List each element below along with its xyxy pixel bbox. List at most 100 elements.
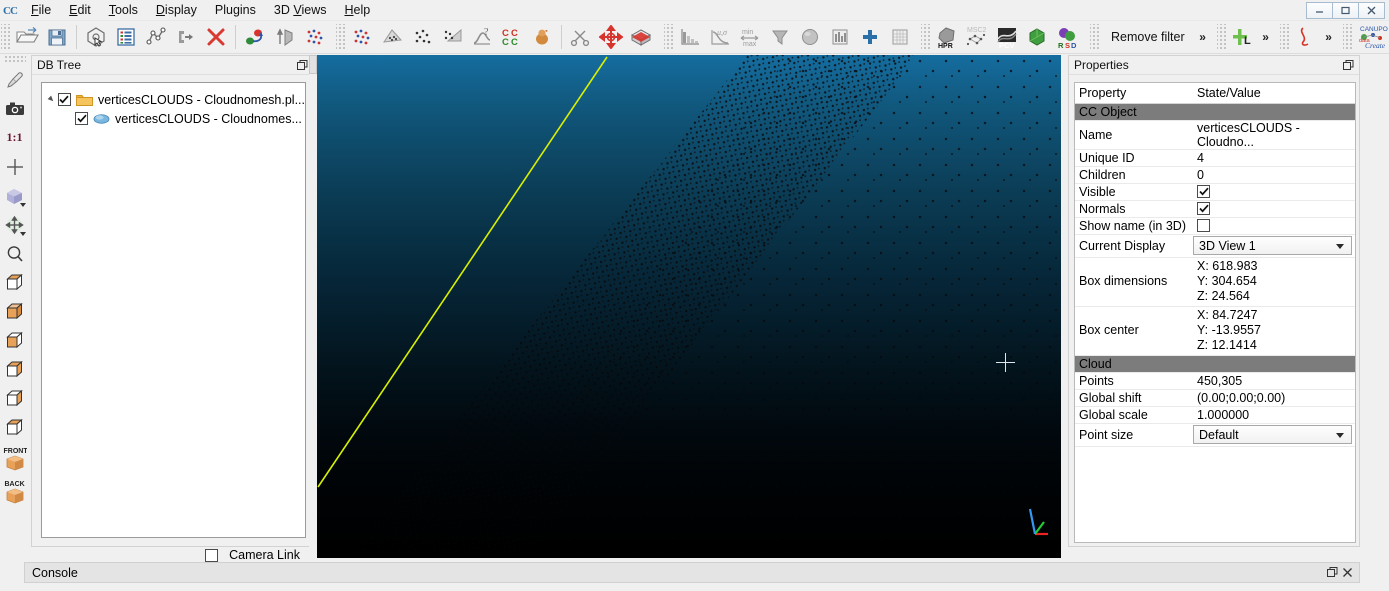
minimize-button[interactable] [1306,2,1333,19]
curvature-icon[interactable] [1291,23,1321,51]
delete-icon[interactable] [201,23,231,51]
toolbar-grip[interactable] [1,24,10,50]
menu-file[interactable]: FFileile [22,0,60,20]
normals-icon[interactable] [270,23,300,51]
section-label: Cloud [1075,355,1355,372]
view-iso1-icon[interactable] [1,384,28,413]
property-label: Points [1075,372,1193,389]
current-display-combo[interactable]: 3D View 1 [1193,236,1352,255]
matrix-icon[interactable] [885,23,915,51]
stats-icon[interactable] [825,23,855,51]
property-row-global-shift: Global shift (0.00;0.00;0.00) [1075,389,1355,406]
qhull-icon[interactable] [1022,23,1052,51]
menu-edit[interactable]: Edit [60,0,100,20]
view-right-icon[interactable] [1,355,28,384]
add-point-pair-icon[interactable]: L [1228,23,1258,51]
box-section-icon[interactable] [626,23,656,51]
view-left-icon[interactable] [1,326,28,355]
tree-item-child[interactable]: verticesCLOUDS - Cloudnomes... [42,109,305,128]
toolbar-grip[interactable] [336,24,345,50]
menu-help[interactable]: Help [335,0,379,20]
view-back-icon[interactable]: BACK [1,475,28,508]
toolbar-grip[interactable] [1343,24,1352,50]
camera-snapshot-icon[interactable] [1,94,28,123]
3d-viewport[interactable]: 2.5 [317,55,1061,558]
register-clouds-icon[interactable] [240,23,270,51]
expand-arrow-icon[interactable] [46,95,58,104]
zoom-1-1-icon[interactable]: 1:1 [1,123,28,152]
msc2-icon[interactable]: MSC2 [962,23,992,51]
compute-distance-icon[interactable] [437,23,467,51]
show-name-checkbox[interactable] [1197,219,1210,232]
sphere-fit-icon[interactable] [795,23,825,51]
view-bottom-icon[interactable] [1,297,28,326]
cloud-mesh-dist-icon[interactable] [377,23,407,51]
viewport-scroll-gutter[interactable] [309,55,317,558]
tree-item-checkbox[interactable] [58,93,71,106]
subsample-icon[interactable] [300,23,330,51]
view-top-icon[interactable] [1,268,28,297]
menu-tools[interactable]: Tools [100,0,147,20]
properties-table-container[interactable]: Property State/Value CC Object Name vert… [1074,82,1356,543]
menu-plugins[interactable]: Plugins [206,0,265,20]
toolbar-grip[interactable] [1090,24,1099,50]
distribution-fit-icon[interactable]: μ,σ [705,23,735,51]
maximize-button[interactable] [1332,2,1359,19]
subsample-points-icon[interactable] [347,23,377,51]
histogram-icon[interactable] [675,23,705,51]
camera-link-control[interactable]: Camera Link [205,548,300,562]
remove-filter-button[interactable]: Remove filter [1101,25,1195,49]
pcv-icon[interactable]: PCV [992,23,1022,51]
menu-display[interactable]: Display [147,0,206,20]
console-close-button[interactable] [1340,565,1355,580]
folder-icon [76,92,93,107]
toolbar-overflow-3[interactable]: » [1321,23,1337,51]
tree-item-checkbox[interactable] [75,112,88,125]
camera-link-checkbox[interactable] [205,549,218,562]
pick-point-icon[interactable] [1,65,28,94]
toolbar-overflow-2[interactable]: » [1258,23,1274,51]
visible-checkbox[interactable] [1197,185,1210,198]
segment-polyline-icon[interactable] [141,23,171,51]
toolbar-grip[interactable] [921,24,930,50]
properties-list-icon[interactable] [111,23,141,51]
plus-icon[interactable] [855,23,885,51]
viewport-scroll-thumb[interactable] [309,55,317,74]
view-front-icon[interactable]: FRONT [1,442,28,475]
properties-float-button[interactable] [1341,58,1355,72]
normals-checkbox[interactable] [1197,202,1210,215]
db-tree-float-button[interactable] [295,58,309,72]
console-float-button[interactable] [1325,565,1340,580]
cc-cc-icon[interactable]: C C C C [497,23,527,51]
tree-item-root[interactable]: verticesCLOUDS - Cloudnomesh.pl... [42,90,305,109]
db-tree-list[interactable]: verticesCLOUDS - Cloudnomesh.pl... verti… [41,82,306,538]
cloud-cloud-dist-icon[interactable] [407,23,437,51]
object-translation-icon[interactable] [1,210,28,239]
toolbar-grip[interactable] [664,24,673,50]
close-button[interactable] [1358,2,1385,19]
cloud-stats-test-icon[interactable]: ? [467,23,497,51]
point-size-combo[interactable]: Default [1193,425,1352,444]
rsd-icon[interactable]: R S D [1052,23,1082,51]
toolbar-grip[interactable] [1217,24,1226,50]
filter-icon[interactable] [765,23,795,51]
toolbar-overflow-1[interactable]: » [1195,23,1211,51]
default-view-cube-icon[interactable] [1,181,28,210]
set-pivot-icon[interactable] [1,152,28,181]
save-icon[interactable] [42,23,72,51]
view-toolbar-grip[interactable] [4,55,26,63]
menu-3d-views[interactable]: 3D Views [265,0,336,20]
translate-rotate-icon[interactable] [596,23,626,51]
pick-rotation-center-icon[interactable] [81,23,111,51]
view-iso2-icon[interactable] [1,413,28,442]
zoom-global-icon[interactable] [1,239,28,268]
crop-icon[interactable] [171,23,201,51]
octree-icon[interactable] [527,23,557,51]
scissors-icon[interactable] [566,23,596,51]
canupo-create-icon[interactable]: CANUPO data Create [1354,23,1389,51]
open-file-icon[interactable] [12,23,42,51]
hpr-icon[interactable]: HPR [932,23,962,51]
svg-text:D: D [1071,41,1077,49]
toolbar-grip[interactable] [1280,24,1289,50]
min-max-icon[interactable]: min max [735,23,765,51]
